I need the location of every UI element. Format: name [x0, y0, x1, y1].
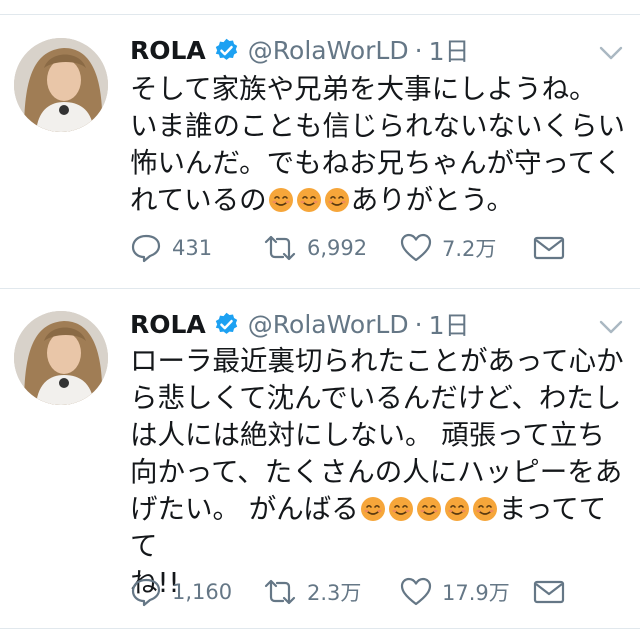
heart-outline-icon [400, 233, 432, 262]
like-button[interactable]: 7.2万 [400, 228, 496, 268]
retweet-button[interactable]: 2.3万 [263, 572, 361, 612]
tweet-line: ローラ最近裏切られたことがあって心か [130, 345, 624, 377]
display-name[interactable]: ROLA [130, 36, 206, 65]
tweet-line-part: ありがとう。 [350, 184, 515, 216]
user-handle[interactable]: @RolaWorLD [248, 36, 409, 65]
smiling-face-emoji [324, 188, 349, 212]
reply-count: 431 [172, 236, 213, 260]
direct-message-button[interactable] [533, 572, 565, 612]
tweet-line: 怖いんだ。でもねお兄ちゃんが守ってく [130, 147, 622, 179]
verified-badge-icon [215, 38, 237, 60]
speech-bubble-icon [131, 578, 161, 607]
like-count: 7.2万 [442, 237, 497, 261]
tweet-line: ら悲しくて沈んでいるんだけど、わたし [130, 382, 622, 414]
retweet-arrows-icon [264, 579, 296, 605]
tweet-header: ROLA @RolaWorLD · 1日 [130, 32, 469, 68]
retweet-count: 2.3万 [307, 581, 362, 605]
separator-dot: · [414, 309, 423, 339]
separator-dot: · [414, 35, 423, 65]
reply-count: 1,160 [172, 580, 233, 604]
chevron-down-icon[interactable] [598, 318, 624, 336]
top-divider [0, 14, 640, 15]
bottom-divider [0, 628, 640, 629]
tweet-actions: 1,160 2.3万 17.9万 [130, 572, 630, 612]
smiling-face-emoji [296, 188, 321, 212]
retweet-button[interactable]: 6,992 [263, 228, 367, 268]
speech-bubble-icon [131, 234, 161, 263]
tweet-line: そして家族や兄弟を大事にしようね。 [130, 73, 597, 105]
direct-message-button[interactable] [533, 228, 565, 268]
smiling-face-emoji [472, 497, 497, 521]
retweet-arrows-icon [264, 235, 296, 261]
tweet-line: 向かって、たくさんの人にハッピーをあ [130, 456, 623, 488]
tweet-header: ROLA @RolaWorLD · 1日 [130, 306, 469, 342]
like-button[interactable]: 17.9万 [400, 572, 510, 612]
timestamp[interactable]: 1日 [429, 306, 470, 342]
tweet-line-part: げたい。 がんばる [130, 493, 359, 525]
tweet-line: れているの ありがとう。 [130, 182, 630, 219]
envelope-icon [533, 236, 565, 260]
tweet-divider [0, 288, 640, 289]
reply-button[interactable]: 431 [130, 228, 212, 268]
reply-button[interactable]: 1,160 [130, 572, 232, 612]
smiling-face-emoji [416, 497, 441, 521]
verified-badge-icon [215, 312, 237, 334]
avatar[interactable] [14, 311, 108, 405]
avatar[interactable] [14, 38, 108, 132]
heart-outline-icon [400, 577, 432, 606]
tweet-line-part: れているの [130, 184, 267, 216]
tweet-text: そして家族や兄弟を大事にしようね。 いま誰のことも信じられないないくらい 怖いんだ。… [130, 71, 630, 219]
display-name[interactable]: ROLA [130, 310, 206, 339]
tweet-line: いま誰のことも信じられないないくらい [130, 110, 625, 142]
smiling-face-emoji [444, 497, 469, 521]
timestamp[interactable]: 1日 [429, 32, 470, 68]
smiling-face-emoji [360, 497, 385, 521]
envelope-icon [533, 580, 565, 604]
smiling-face-emoji [388, 497, 413, 521]
smiling-face-emoji [268, 188, 293, 212]
tweet-line: は人には絶対にしない。 頑張って立ち [130, 419, 605, 451]
retweet-count: 6,992 [307, 236, 368, 260]
tweet-text: ローラ最近裏切られたことがあって心か ら悲しくて沈んでいるんだけど、わたし は人には… [130, 343, 630, 602]
chevron-down-icon[interactable] [598, 44, 624, 62]
tweet-line: げたい。 がんばる まっててて [130, 491, 630, 565]
like-count: 17.9万 [442, 581, 510, 605]
user-handle[interactable]: @RolaWorLD [248, 310, 409, 339]
tweet-actions: 431 6,992 7.2万 [130, 228, 630, 268]
